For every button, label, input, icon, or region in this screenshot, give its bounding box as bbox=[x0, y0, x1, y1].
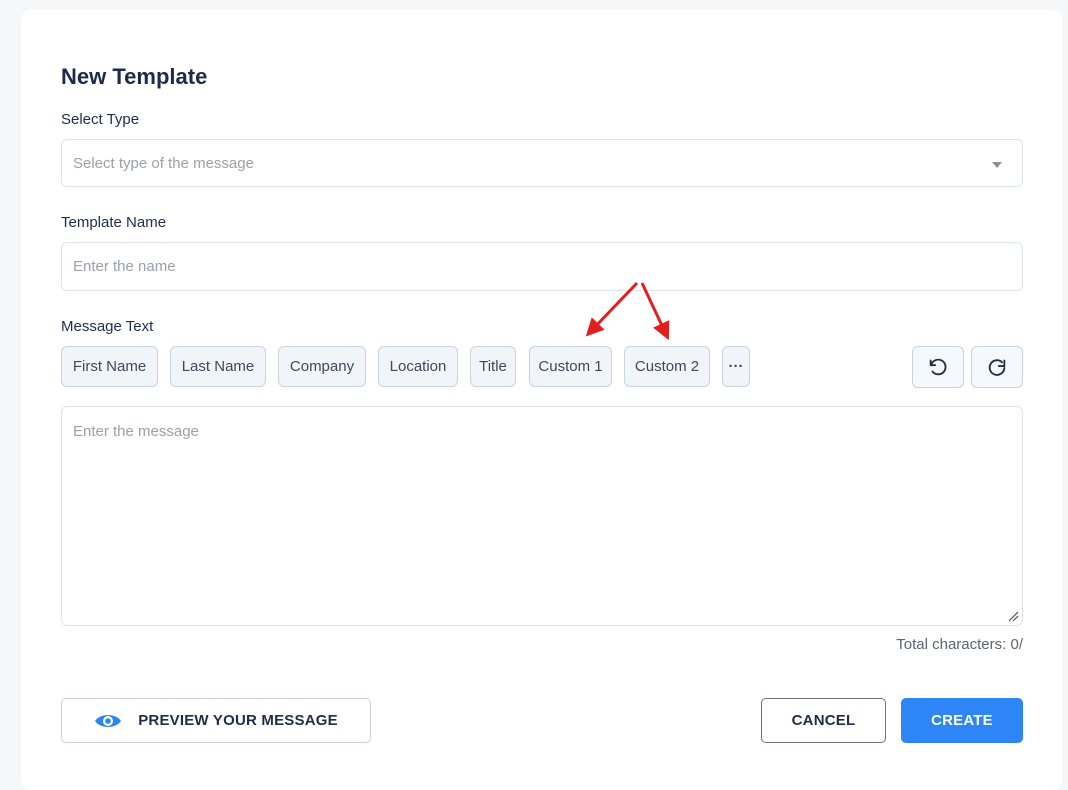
resize-handle-icon[interactable] bbox=[1007, 610, 1019, 622]
cancel-button[interactable]: CANCEL bbox=[761, 698, 886, 743]
chip-more[interactable]: ··· bbox=[722, 346, 750, 387]
preview-message-button[interactable]: PREVIEW YOUR MESSAGE bbox=[61, 698, 371, 743]
message-text-label: Message Text bbox=[61, 318, 154, 335]
select-type-dropdown[interactable]: Select type of the message bbox=[61, 139, 1023, 187]
annotation-arrows bbox=[585, 281, 670, 340]
page-title: New Template bbox=[61, 64, 208, 89]
chip-title[interactable]: Title bbox=[470, 346, 516, 387]
template-name-label: Template Name bbox=[61, 214, 167, 231]
undo-button[interactable] bbox=[912, 346, 964, 388]
message-textarea[interactable]: Enter the message bbox=[61, 406, 1023, 626]
select-type-label: Select Type bbox=[61, 111, 140, 128]
chip-company[interactable]: Company bbox=[278, 346, 366, 387]
chip-first-name[interactable]: First Name bbox=[61, 346, 158, 387]
preview-label: PREVIEW YOUR MESSAGE bbox=[138, 712, 338, 729]
create-button[interactable]: CREATE bbox=[901, 698, 1023, 743]
redo-button[interactable] bbox=[971, 346, 1023, 388]
chip-custom-2[interactable]: Custom 2 bbox=[624, 346, 710, 387]
template-name-input[interactable]: Enter the name bbox=[61, 242, 1023, 291]
select-type-placeholder: Select type of the message bbox=[73, 154, 254, 172]
template-card bbox=[21, 10, 1062, 790]
chip-last-name[interactable]: Last Name bbox=[170, 346, 266, 387]
character-counter: Total characters: 0/ bbox=[896, 636, 1023, 653]
redo-icon bbox=[988, 359, 1006, 376]
chevron-down-icon bbox=[992, 162, 1002, 168]
undo-icon bbox=[929, 358, 947, 376]
message-placeholder: Enter the message bbox=[73, 423, 199, 440]
template-name-placeholder: Enter the name bbox=[73, 258, 176, 275]
eye-icon bbox=[95, 714, 122, 727]
chip-custom-1[interactable]: Custom 1 bbox=[529, 346, 612, 387]
chip-location[interactable]: Location bbox=[378, 346, 458, 387]
